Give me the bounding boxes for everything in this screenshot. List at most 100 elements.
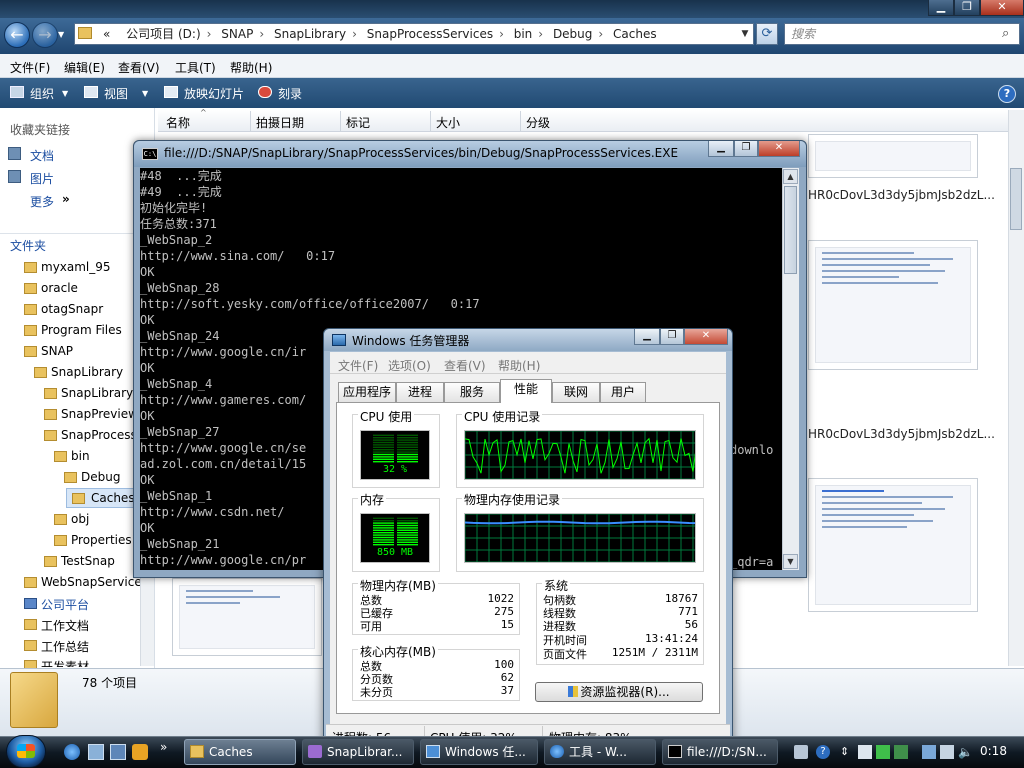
tab-users[interactable]: 用户 [600,382,646,402]
tree-item-snaplibrary[interactable]: SnapLibrary [61,386,133,400]
network-icon[interactable] [922,745,936,759]
tree-item-program-files[interactable]: Program Files [41,323,122,337]
tree-item-snap[interactable]: SNAP [41,344,73,358]
tray-chevron-icon[interactable]: ⇕ [840,745,854,759]
tab-applications[interactable]: 应用程序 [338,382,396,402]
tree-item-work-docs[interactable]: 工作文档 [41,617,89,634]
close-button[interactable]: ✕ [980,0,1024,16]
column-divider[interactable] [250,111,251,131]
tree-item-snaplibrary-root[interactable]: SnapLibrary [51,365,123,379]
crumb-drive[interactable]: 公司项目 (D:) [126,27,200,41]
tm-close-button[interactable]: ✕ [684,329,728,345]
tab-processes[interactable]: 进程 [396,382,444,402]
views-button[interactable]: 视图 [104,85,128,102]
tm-menu-file[interactable]: 文件(F) [338,357,378,374]
tray-app-icon[interactable] [858,745,872,759]
switch-windows-icon[interactable] [110,744,126,760]
crumb-snapprocessservices[interactable]: SnapProcessServices [367,27,493,41]
tree-item-dev-assets[interactable]: 开发素材 [41,658,89,667]
resource-monitor-button[interactable]: 资源监视器(R)... [535,682,703,702]
console-scroll-thumb[interactable] [784,186,797,274]
tree-item-myxaml[interactable]: myxaml_95 [41,260,111,274]
tree-item-work-summary[interactable]: 工作总结 [41,638,89,655]
tree-item-websnapservice[interactable]: WebSnapService [41,575,142,589]
nav-link-more[interactable]: 更多 [30,193,54,210]
tree-item-obj[interactable]: obj [71,512,89,526]
tree-item-caches[interactable]: Caches [91,491,135,505]
tray-green-icon[interactable] [876,745,890,759]
thumbnail-label[interactable]: HR0cDovL3d3dy5jbmJsb2dzL... [808,427,995,441]
tree-item-oracle[interactable]: oracle [41,281,78,295]
folders-header[interactable]: 文件夹 [10,237,46,254]
thumbnail[interactable] [808,478,978,612]
tab-networking[interactable]: 联网 [552,382,600,402]
forward-button[interactable]: → [32,22,58,48]
media-player-icon[interactable] [132,744,148,760]
column-tags[interactable]: 标记 [346,114,370,131]
content-scroll-thumb[interactable] [1010,168,1022,230]
tab-performance[interactable]: 性能 [500,379,552,403]
console-minimize-button[interactable]: ▁ [708,141,734,157]
volume-icon[interactable]: 🔈 [958,745,973,759]
nav-link-pictures[interactable]: 图片 [30,170,54,187]
ie-icon[interactable] [64,744,80,760]
console-icon[interactable]: C:\ [142,148,158,160]
tree-item-otagsnapr[interactable]: otagSnapr [41,302,103,316]
tree-item-bin[interactable]: bin [71,449,90,463]
keyboard-icon[interactable] [794,745,808,759]
tm-minimize-button[interactable]: ▁ [634,329,660,345]
column-divider[interactable] [430,111,431,131]
tree-item-debug[interactable]: Debug [81,470,120,484]
help-icon[interactable]: ? [998,85,1016,103]
thumbnail[interactable] [172,578,322,656]
more-chevron-icon[interactable]: » [62,192,70,206]
menu-edit[interactable]: 编辑(E) [64,59,105,76]
menu-tools[interactable]: 工具(T) [175,59,216,76]
crumb-snap[interactable]: SNAP [221,27,253,41]
tm-menu-help[interactable]: 帮助(H) [498,357,540,374]
crumb-caches[interactable]: Caches [613,27,657,41]
thumbnail[interactable] [808,134,978,178]
crumb-snaplibrary[interactable]: SnapLibrary [274,27,346,41]
search-input[interactable]: 搜索 [784,23,1020,45]
task-manager-icon[interactable] [332,334,346,346]
show-desktop-icon[interactable] [88,744,104,760]
organize-chevron-icon[interactable]: ▼ [62,89,68,98]
scroll-up-icon[interactable]: ▲ [783,169,798,184]
back-button[interactable]: ← [4,22,30,48]
slideshow-button[interactable]: 放映幻灯片 [184,85,244,102]
column-size[interactable]: 大小 [436,114,460,131]
quicklaunch-overflow-icon[interactable]: » [160,740,167,754]
nav-link-documents[interactable]: 文档 [30,147,54,164]
console-maximize-button[interactable]: ❐ [734,141,758,157]
column-divider[interactable] [520,111,521,131]
thumbnail-label[interactable]: HR0cDovL3d3dy5jbmJsb2dzL... [808,188,995,202]
column-name[interactable]: 名称 [166,114,190,131]
tree-item-snapprocess[interactable]: SnapProcess [61,428,137,442]
tree-item-company-platform[interactable]: 公司平台 [41,596,89,613]
console-close-button[interactable]: ✕ [758,141,800,157]
menu-file[interactable]: 文件(F) [10,59,50,76]
views-chevron-icon[interactable]: ▼ [142,89,148,98]
tm-maximize-button[interactable]: ❐ [660,329,684,345]
excel-icon[interactable] [894,745,908,759]
crumb-debug[interactable]: Debug [553,27,592,41]
address-overflow[interactable]: « [103,27,110,41]
tree-item-snappreview[interactable]: SnapPreview [61,407,138,421]
tray-monitor-icon[interactable] [940,745,954,759]
recent-pages-chevron-icon[interactable]: ▼ [58,30,64,39]
organize-button[interactable]: 组织 [30,85,54,102]
address-input[interactable]: « 公司项目 (D:) › SNAP › SnapLibrary › SnapProc… [74,23,754,45]
menu-help[interactable]: 帮助(H) [230,59,272,76]
search-icon[interactable]: ⌕ [1002,26,1009,41]
tree-item-properties[interactable]: Properties [71,533,132,547]
minimize-button[interactable]: ▁ [928,0,954,16]
tree-item-testsnap[interactable]: TestSnap [61,554,115,568]
refresh-button[interactable]: ⟳ [756,23,778,45]
column-divider[interactable] [340,111,341,131]
clock[interactable]: 0:18 [980,744,1007,758]
scroll-down-icon[interactable]: ▼ [783,554,798,569]
tm-menu-view[interactable]: 查看(V) [444,357,486,374]
help-icon[interactable]: ? [816,745,830,759]
tab-services[interactable]: 服务 [444,382,500,402]
